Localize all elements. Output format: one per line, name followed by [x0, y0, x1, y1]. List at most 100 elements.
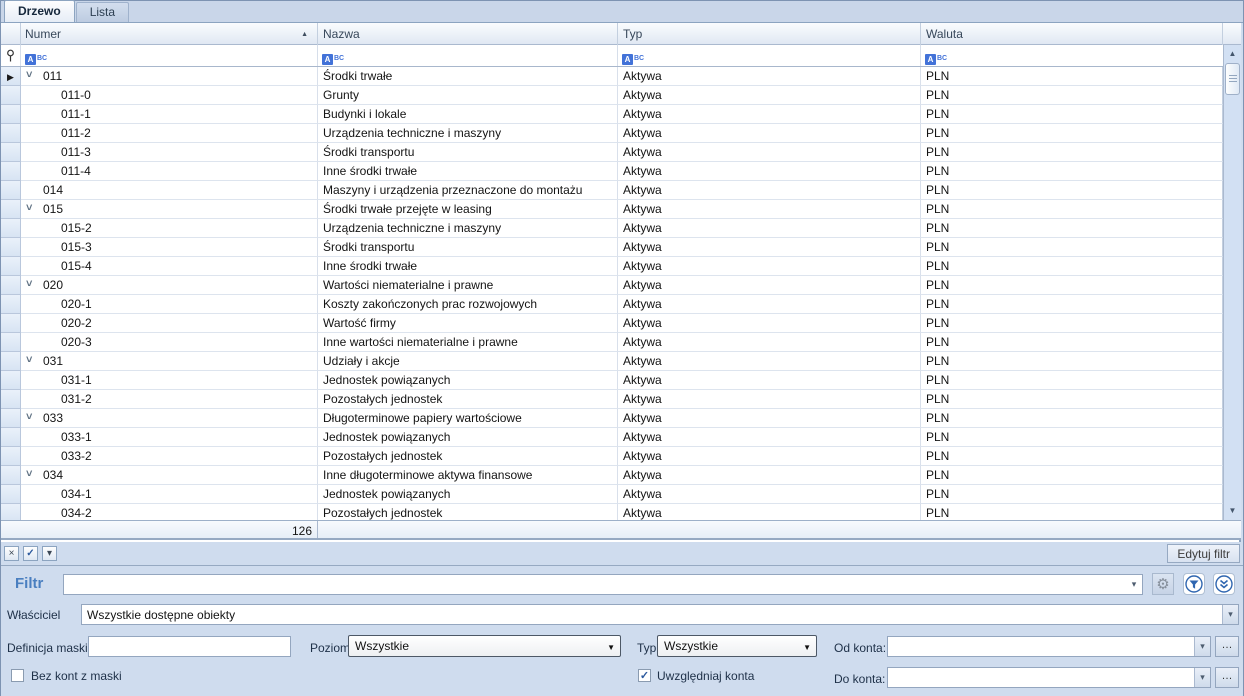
collapse-chevron-icon[interactable]: ˅ — [26, 276, 32, 293]
row-selector[interactable] — [1, 504, 21, 520]
row-selector[interactable] — [1, 333, 21, 352]
row-selector[interactable] — [1, 143, 21, 162]
table-row[interactable]: 011-1Budynki i lokaleAktywaPLN — [1, 105, 1223, 124]
row-selector[interactable] — [1, 409, 21, 428]
row-selector[interactable] — [1, 276, 21, 295]
table-row[interactable]: 031-2Pozostałych jednostekAktywaPLN — [1, 390, 1223, 409]
numer-text: 031 — [43, 354, 63, 368]
typ-select[interactable]: Wszystkie ▼ — [657, 635, 817, 657]
table-row[interactable]: 031-1Jednostek powiązanychAktywaPLN — [1, 371, 1223, 390]
scrollbar-thumb[interactable] — [1225, 63, 1240, 95]
do-konta-browse-button[interactable]: … — [1215, 667, 1239, 688]
do-konta-combo[interactable]: ▾ — [887, 667, 1211, 688]
close-filter-button[interactable]: × — [4, 546, 19, 561]
apply-filter-button[interactable] — [1183, 573, 1205, 595]
cell-numer: ˅034 — [21, 466, 318, 485]
row-selector[interactable] — [1, 295, 21, 314]
row-selector[interactable] — [1, 105, 21, 124]
row-selector[interactable] — [1, 238, 21, 257]
row-selector[interactable] — [1, 257, 21, 276]
poziom-select[interactable]: Wszystkie ▼ — [348, 635, 621, 657]
row-selector[interactable] — [1, 352, 21, 371]
column-header-numer[interactable]: Numer ▲ — [21, 23, 318, 45]
filter-pin-icon — [1, 45, 21, 66]
row-selector[interactable] — [1, 219, 21, 238]
table-row[interactable]: 015-4Inne środki trwałeAktywaPLN — [1, 257, 1223, 276]
collapse-chevron-icon[interactable]: ˅ — [26, 409, 32, 426]
cell-typ: Aktywa — [618, 485, 921, 504]
table-row[interactable]: 020-3Inne wartości niematerialne i prawn… — [1, 333, 1223, 352]
table-row[interactable]: 020-2Wartość firmyAktywaPLN — [1, 314, 1223, 333]
table-row[interactable]: 011-3Środki transportuAktywaPLN — [1, 143, 1223, 162]
table-row[interactable]: ˅033Długoterminowe papiery wartościoweAk… — [1, 409, 1223, 428]
filter-input-waluta[interactable]: ABC — [921, 45, 1223, 66]
numer-text: 031-1 — [61, 373, 92, 387]
cell-typ: Aktywa — [618, 181, 921, 200]
chevron-down-icon[interactable]: ▾ — [1194, 668, 1210, 687]
row-selector[interactable] — [1, 86, 21, 105]
table-row[interactable]: ˅034Inne długoterminowe aktywa finansowe… — [1, 466, 1223, 485]
row-selector[interactable] — [1, 485, 21, 504]
table-row[interactable]: 020-1Koszty zakończonych prac rozwojowyc… — [1, 295, 1223, 314]
row-selector[interactable] — [1, 371, 21, 390]
filter-dropdown-button[interactable]: ▾ — [42, 546, 57, 561]
table-row[interactable]: ˅031Udziały i akcjeAktywaPLN — [1, 352, 1223, 371]
vertical-scrollbar[interactable]: ▲ ▼ — [1223, 45, 1241, 520]
scroll-up-button[interactable]: ▲ — [1224, 47, 1241, 61]
filter-enabled-checkbox[interactable]: ✓ — [23, 546, 38, 561]
uwzgledniaj-konta-checkbox[interactable]: ✓ — [638, 669, 651, 682]
chevron-down-icon[interactable]: ▾ — [1126, 575, 1142, 594]
row-selector[interactable]: ▶ — [1, 67, 21, 86]
row-selector[interactable] — [1, 390, 21, 409]
filter-input-typ[interactable]: ABC — [618, 45, 921, 66]
table-row[interactable]: 034-2Pozostałych jednostekAktywaPLN — [1, 504, 1223, 520]
filter-input-nazwa[interactable]: ABC — [318, 45, 618, 66]
row-selector[interactable] — [1, 428, 21, 447]
row-selector[interactable] — [1, 466, 21, 485]
od-konta-browse-button[interactable]: … — [1215, 636, 1239, 657]
collapse-chevron-icon[interactable]: ˅ — [26, 352, 32, 369]
column-header-typ[interactable]: Typ — [618, 23, 921, 45]
cell-waluta: PLN — [921, 143, 1223, 162]
table-row[interactable]: 033-2Pozostałych jednostekAktywaPLN — [1, 447, 1223, 466]
table-row[interactable]: 015-2Urządzenia techniczne i maszynyAkty… — [1, 219, 1223, 238]
table-row[interactable]: 014Maszyny i urządzenia przeznaczone do … — [1, 181, 1223, 200]
row-selector[interactable] — [1, 181, 21, 200]
table-row[interactable]: 033-1Jednostek powiązanychAktywaPLN — [1, 428, 1223, 447]
definicja-maski-input[interactable] — [88, 636, 291, 657]
wlasciciel-combo[interactable]: Wszystkie dostępne obiekty ▾ — [81, 604, 1239, 625]
cell-waluta: PLN — [921, 162, 1223, 181]
column-header-nazwa[interactable]: Nazwa — [318, 23, 618, 45]
row-selector[interactable] — [1, 124, 21, 143]
filter-input-numer[interactable]: ABC — [21, 45, 318, 66]
table-row[interactable]: 034-1Jednostek powiązanychAktywaPLN — [1, 485, 1223, 504]
row-selector[interactable] — [1, 200, 21, 219]
scroll-down-button[interactable]: ▼ — [1224, 504, 1241, 518]
row-selector[interactable] — [1, 447, 21, 466]
text-filter-abc-icon: ABC — [322, 54, 344, 65]
column-header-waluta[interactable]: Waluta — [921, 23, 1223, 45]
tab-drzewo[interactable]: Drzewo — [4, 0, 75, 22]
collapse-chevron-icon[interactable]: ˅ — [26, 466, 32, 483]
od-konta-combo[interactable]: ▾ — [887, 636, 1211, 657]
filter-settings-button[interactable]: ⚙ — [1152, 573, 1174, 595]
edit-filter-button[interactable]: Edytuj filtr — [1167, 544, 1240, 563]
chevron-down-icon[interactable]: ▾ — [1222, 605, 1238, 624]
bez-kont-checkbox[interactable]: ✓ — [11, 669, 24, 682]
tab-lista[interactable]: Lista — [76, 2, 129, 22]
table-row[interactable]: ˅015Środki trwałe przejęte w leasingAkty… — [1, 200, 1223, 219]
table-row[interactable]: 011-4Inne środki trwałeAktywaPLN — [1, 162, 1223, 181]
table-row[interactable]: 015-3Środki transportuAktywaPLN — [1, 238, 1223, 257]
table-row[interactable]: ˅020Wartości niematerialne i prawneAktyw… — [1, 276, 1223, 295]
chevron-down-icon[interactable]: ▾ — [1194, 637, 1210, 656]
expand-filter-button[interactable] — [1213, 573, 1235, 595]
row-selector[interactable] — [1, 314, 21, 333]
filtr-combo[interactable]: ▾ — [63, 574, 1143, 595]
table-row[interactable]: ▶˅011Środki trwałeAktywaPLN — [1, 67, 1223, 86]
cell-numer: 020-1 — [21, 295, 318, 314]
collapse-chevron-icon[interactable]: ˅ — [26, 200, 32, 217]
table-row[interactable]: 011-2Urządzenia techniczne i maszynyAkty… — [1, 124, 1223, 143]
row-selector[interactable] — [1, 162, 21, 181]
table-row[interactable]: 011-0GruntyAktywaPLN — [1, 86, 1223, 105]
collapse-chevron-icon[interactable]: ˅ — [26, 67, 32, 84]
